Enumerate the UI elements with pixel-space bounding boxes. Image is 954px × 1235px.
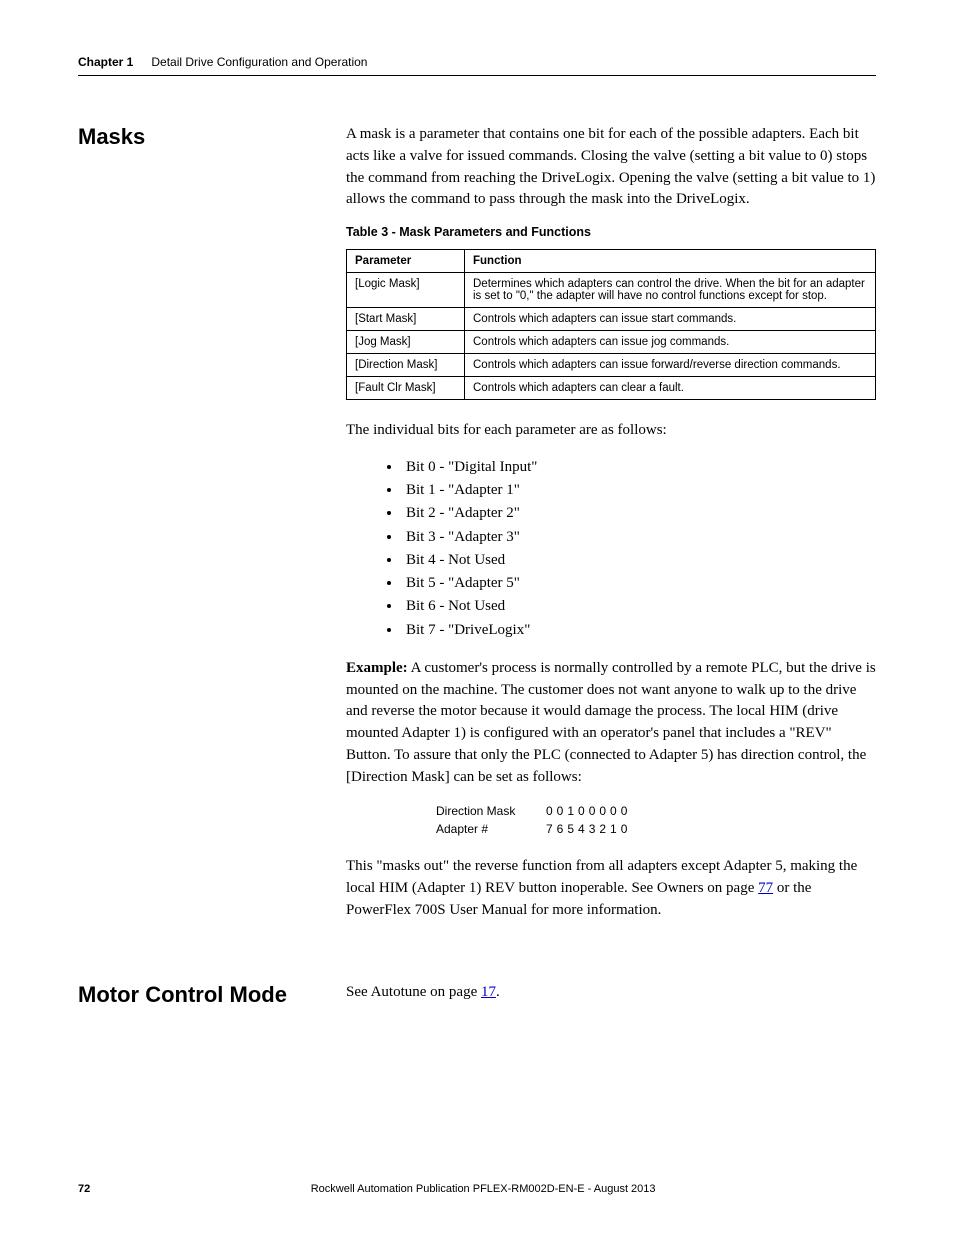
example-text: A customer's process is normally control… — [346, 660, 876, 785]
table-row: [Fault Clr Mask] Controls which adapters… — [347, 377, 876, 400]
table-caption: Table 3 - Mask Parameters and Functions — [346, 225, 876, 239]
section-title-motor: Motor Control Mode — [78, 982, 346, 1008]
page-footer: 72 Rockwell Automation Publication PFLEX… — [78, 1183, 876, 1195]
mask-row: Adapter # 76543210 — [436, 820, 876, 838]
cell-func: Controls which adapters can clear a faul… — [465, 377, 876, 400]
cell-param: [Logic Mask] — [347, 273, 465, 308]
cell-param: [Jog Mask] — [347, 331, 465, 354]
cell-func: Controls which adapters can issue jog co… — [465, 331, 876, 354]
cell-param: [Start Mask] — [347, 308, 465, 331]
table-row: [Direction Mask] Controls which adapters… — [347, 354, 876, 377]
bits-intro: The individual bits for each parameter a… — [346, 420, 876, 442]
mask-parameters-table: Parameter Function [Logic Mask] Determin… — [346, 249, 876, 400]
table-row: [Logic Mask] Determines which adapters c… — [347, 273, 876, 308]
table-header-function: Function — [465, 250, 876, 273]
example-paragraph: Example: A customer's process is normall… — [346, 658, 876, 789]
footer-text: Rockwell Automation Publication PFLEX-RM… — [90, 1183, 876, 1195]
chapter-label: Chapter 1 — [78, 55, 133, 69]
section-masks: Masks A mask is a parameter that contain… — [78, 124, 876, 936]
bits-list: Bit 0 - "Digital Input" Bit 1 - "Adapter… — [402, 456, 876, 642]
page-link-17[interactable]: 17 — [481, 984, 496, 1000]
cell-func: Determines which adapters can control th… — [465, 273, 876, 308]
mask-vals: 76543210 — [546, 820, 631, 838]
list-item: Bit 4 - Not Used — [402, 549, 876, 572]
cell-func: Controls which adapters can issue forwar… — [465, 354, 876, 377]
table-row: [Start Mask] Controls which adapters can… — [347, 308, 876, 331]
chapter-title: Detail Drive Configuration and Operation — [151, 55, 367, 69]
table-header-parameter: Parameter — [347, 250, 465, 273]
mask-label: Direction Mask — [436, 802, 546, 820]
page-header: Chapter 1 Detail Drive Configuration and… — [78, 55, 876, 76]
table-row: [Jog Mask] Controls which adapters can i… — [347, 331, 876, 354]
list-item: Bit 6 - Not Used — [402, 595, 876, 618]
mask-row: Direction Mask 00100000 — [436, 802, 876, 820]
list-item: Bit 7 - "DriveLogix" — [402, 619, 876, 642]
page-link-77[interactable]: 77 — [758, 880, 773, 896]
motor-text: See Autotune on page 17. — [346, 982, 876, 1004]
list-item: Bit 0 - "Digital Input" — [402, 456, 876, 479]
cell-param: [Fault Clr Mask] — [347, 377, 465, 400]
section-title-masks: Masks — [78, 124, 346, 150]
example-label: Example: — [346, 660, 408, 676]
cell-param: [Direction Mask] — [347, 354, 465, 377]
motor-text-post: . — [496, 984, 500, 1000]
list-item: Bit 3 - "Adapter 3" — [402, 526, 876, 549]
masks-intro: A mask is a parameter that contains one … — [346, 124, 876, 211]
mask-vals: 00100000 — [546, 802, 631, 820]
list-item: Bit 1 - "Adapter 1" — [402, 479, 876, 502]
mask-example-box: Direction Mask 00100000 Adapter # 765432… — [436, 802, 876, 838]
closing-paragraph: This "masks out" the reverse function fr… — [346, 856, 876, 921]
motor-text-pre: See Autotune on page — [346, 984, 481, 1000]
section-motor-control-mode: Motor Control Mode See Autotune on page … — [78, 982, 876, 1008]
cell-func: Controls which adapters can issue start … — [465, 308, 876, 331]
mask-label: Adapter # — [436, 820, 546, 838]
list-item: Bit 5 - "Adapter 5" — [402, 572, 876, 595]
list-item: Bit 2 - "Adapter 2" — [402, 502, 876, 525]
page-number: 72 — [78, 1183, 90, 1195]
